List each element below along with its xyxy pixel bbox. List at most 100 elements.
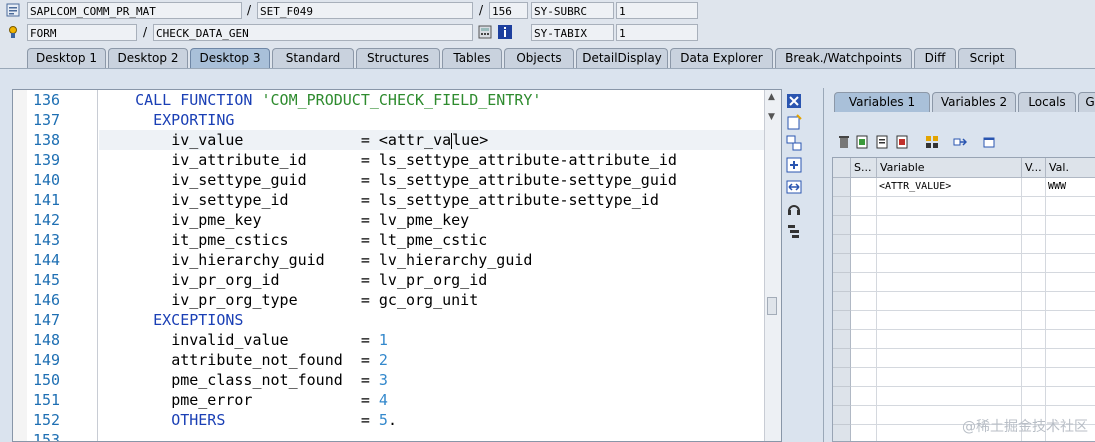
cell[interactable] <box>1022 311 1046 330</box>
cell[interactable] <box>1022 178 1046 197</box>
event-name-field[interactable]: CHECK_DATA_GEN <box>153 24 473 41</box>
scroll-up-arrow[interactable]: ▲ <box>768 92 775 102</box>
line-number-field[interactable]: 156 <box>489 2 528 19</box>
code-line[interactable]: 137 EXPORTING <box>13 110 781 130</box>
scrollbar-thumb[interactable] <box>767 297 777 315</box>
delete-icon[interactable] <box>837 135 851 149</box>
doc-icon[interactable] <box>875 135 889 149</box>
column-header-variable[interactable]: Variable <box>877 158 1022 178</box>
services-icon[interactable] <box>786 201 802 217</box>
include-field[interactable]: SET_F049 <box>257 2 473 19</box>
cell[interactable] <box>1022 254 1046 273</box>
tab-tables[interactable]: Tables <box>442 48 502 68</box>
tab-break-watchpoints[interactable]: Break./Watchpoints <box>775 48 912 68</box>
row-selector[interactable] <box>833 178 851 197</box>
code-line[interactable]: 138 iv_value = <attr_value> <box>13 130 781 150</box>
row-selector[interactable] <box>833 273 851 292</box>
tab-standard[interactable]: Standard <box>272 48 354 68</box>
cell-value[interactable] <box>1046 368 1095 387</box>
tab-script[interactable]: Script <box>958 48 1016 68</box>
cell-variable[interactable]: <ATTR_VALUE> <box>877 178 1022 197</box>
cell-value[interactable] <box>1046 387 1095 406</box>
cell-value[interactable] <box>1046 292 1095 311</box>
tab-desktop-1[interactable]: Desktop 1 <box>27 48 106 68</box>
cell-value[interactable] <box>1046 311 1095 330</box>
maximize-icon[interactable] <box>786 157 802 173</box>
row-selector[interactable] <box>833 216 851 235</box>
code-line[interactable]: 149 attribute_not_found = 2 <box>13 350 781 370</box>
code-line[interactable]: 153 <box>13 430 781 441</box>
cell[interactable] <box>851 216 877 235</box>
resize-icon[interactable] <box>786 179 802 195</box>
cell[interactable] <box>1022 216 1046 235</box>
cell-value[interactable] <box>1046 254 1095 273</box>
calculator-icon[interactable] <box>478 25 492 39</box>
program-field[interactable]: SAPLCOM_COMM_PR_MAT <box>27 2 242 19</box>
code-line[interactable]: 142 iv_pme_key = lv_pme_key <box>13 210 781 230</box>
doc-red-icon[interactable] <box>895 135 909 149</box>
cell-variable[interactable] <box>877 387 1022 406</box>
hierarchy-icon[interactable] <box>925 135 939 149</box>
tab-desktop-2[interactable]: Desktop 2 <box>108 48 188 68</box>
cell-variable[interactable] <box>877 292 1022 311</box>
cell-variable[interactable] <box>877 197 1022 216</box>
cell-variable[interactable] <box>877 254 1022 273</box>
cell-value[interactable] <box>1046 235 1095 254</box>
cell-value[interactable]: WWW <box>1046 178 1095 197</box>
cell[interactable] <box>851 349 877 368</box>
cell[interactable] <box>851 387 877 406</box>
cell-value[interactable] <box>1046 273 1095 292</box>
cell-variable[interactable] <box>877 216 1022 235</box>
cell-variable[interactable] <box>877 368 1022 387</box>
row-selector[interactable] <box>833 254 851 273</box>
code-line[interactable]: 152 OTHERS = 5. <box>13 410 781 430</box>
close-icon[interactable] <box>786 93 802 109</box>
cell[interactable] <box>851 368 877 387</box>
cell[interactable] <box>851 178 877 197</box>
tab-desktop-3[interactable]: Desktop 3 <box>190 48 270 68</box>
cell[interactable] <box>1022 349 1046 368</box>
cell-value[interactable] <box>1046 349 1095 368</box>
cell-variable[interactable] <box>877 273 1022 292</box>
row-selector[interactable] <box>833 235 851 254</box>
row-selector[interactable] <box>833 425 851 441</box>
tab-variables-1[interactable]: Variables 1 <box>834 92 930 112</box>
cell[interactable] <box>851 235 877 254</box>
code-line[interactable]: 136 CALL FUNCTION 'COM_PRODUCT_CHECK_FIE… <box>13 90 781 110</box>
tab-objects[interactable]: Objects <box>504 48 574 68</box>
code-line[interactable]: 139 iv_attribute_id = ls_settype_attribu… <box>13 150 781 170</box>
row-selector[interactable] <box>833 368 851 387</box>
cell-variable[interactable] <box>877 349 1022 368</box>
code-line[interactable]: 151 pme_error = 4 <box>13 390 781 410</box>
scroll-up-arrow[interactable]: ▼ <box>768 112 775 122</box>
code-line[interactable]: 148 invalid_value = 1 <box>13 330 781 350</box>
column-header-value[interactable]: Val. <box>1046 158 1095 178</box>
code-line[interactable]: 143 it_pme_cstics = lt_pme_cstic <box>13 230 781 250</box>
cell-value[interactable] <box>1046 330 1095 349</box>
row-selector[interactable] <box>833 349 851 368</box>
cell[interactable] <box>1022 368 1046 387</box>
sy-tabix-name-field[interactable]: SY-TABIX <box>531 24 614 41</box>
cell[interactable] <box>1022 292 1046 311</box>
cell[interactable] <box>851 311 877 330</box>
cell-variable[interactable] <box>877 330 1022 349</box>
cell[interactable] <box>851 330 877 349</box>
window-icon[interactable] <box>982 135 996 149</box>
tab-globals[interactable]: G <box>1078 92 1095 112</box>
code-line[interactable]: 147 EXCEPTIONS <box>13 310 781 330</box>
event-type-field[interactable]: FORM <box>27 24 137 41</box>
new-tool-icon[interactable] <box>786 114 802 130</box>
tab-variables-2[interactable]: Variables 2 <box>932 92 1016 112</box>
code-line[interactable]: 141 iv_settype_id = ls_settype_attribute… <box>13 190 781 210</box>
row-selector[interactable] <box>833 197 851 216</box>
cell[interactable] <box>851 292 877 311</box>
cell[interactable] <box>851 254 877 273</box>
row-selector[interactable] <box>833 387 851 406</box>
tab-diff[interactable]: Diff <box>914 48 956 68</box>
cell[interactable] <box>1022 273 1046 292</box>
cell-value[interactable] <box>1046 216 1095 235</box>
cell[interactable] <box>1022 197 1046 216</box>
cell[interactable] <box>1022 235 1046 254</box>
cell-value[interactable] <box>1046 197 1095 216</box>
code-line[interactable]: 140 iv_settype_guid = ls_settype_attribu… <box>13 170 781 190</box>
